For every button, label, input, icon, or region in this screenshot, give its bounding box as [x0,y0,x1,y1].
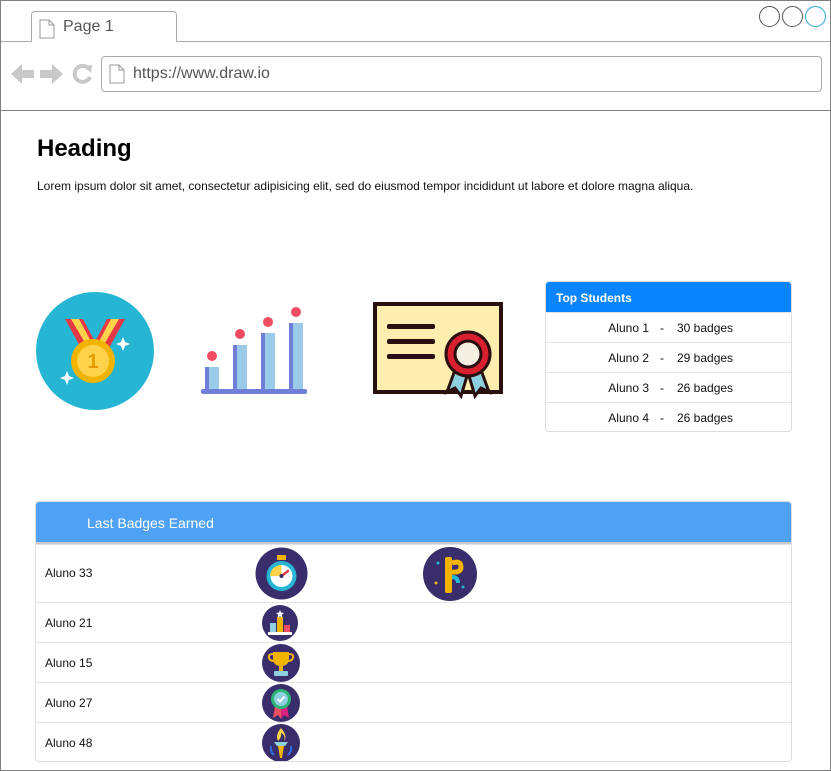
address-bar[interactable]: https://www.draw.io [101,56,822,92]
badge-count: 29 badges [677,350,734,365]
list-item: Aluno 3 - 26 badges [546,372,791,402]
student-name: Aluno 27 [45,696,93,710]
table-row: Aluno 21 [36,602,791,642]
certificate-icon [373,302,503,405]
navigation-buttons [11,63,93,85]
list-item: Aluno 4 - 26 badges [546,402,791,431]
close-button[interactable] [805,6,826,27]
page-description: Lorem ipsum dolor sit amet, consectetur … [37,179,694,193]
table-row: Aluno 15 [36,642,791,682]
podium-badge-icon [262,605,298,646]
separator: - [660,380,664,395]
browser-window: Page 1 https://www.draw.io Heading Lorem… [0,0,831,771]
table-row: Aluno 27 [36,682,791,722]
separator: - [660,320,664,335]
table-row: Aluno 33 [36,544,791,602]
torch-badge-icon [262,724,300,761]
bar-chart-icon [199,305,309,402]
top-students-card: Top Students Aluno 1 - 30 badges Aluno 2… [545,281,792,432]
list-item: Aluno 1 - 30 badges [546,312,791,342]
page-icon [109,64,125,89]
toolbar-divider [1,110,830,111]
student-name: Aluno 4 [608,410,649,425]
student-name: Aluno 48 [45,736,93,750]
tab-page-1[interactable]: Page 1 [31,11,177,42]
minimize-button[interactable] [759,6,780,27]
last-badges-table: Last Badges Earned Aluno 33 Aluno 21 Alu… [35,501,792,762]
badge-count: 30 badges [677,320,734,335]
flag-badge-icon [423,547,477,606]
url-text: https://www.draw.io [133,65,270,82]
medal-icon: 1 [35,291,155,416]
list-item: Aluno 2 - 29 badges [546,342,791,372]
stopwatch-badge-icon [255,547,308,605]
student-name: Aluno 15 [45,656,93,670]
student-name: Aluno 1 [608,320,649,335]
ribbon-badge-icon [262,684,300,727]
svg-text:1: 1 [87,351,98,373]
student-name: Aluno 33 [45,566,93,580]
tab-label: Page 1 [63,18,114,35]
top-students-title: Top Students [546,282,791,312]
forward-arrow-icon[interactable] [39,63,63,85]
refresh-icon[interactable] [71,63,93,85]
separator: - [660,350,664,365]
last-badges-title: Last Badges Earned [36,502,791,544]
trophy-badge-icon [262,644,300,687]
maximize-button[interactable] [782,6,803,27]
page-icon [39,19,55,44]
separator: - [660,410,664,425]
back-arrow-icon[interactable] [11,63,35,85]
window-controls [759,6,826,27]
student-name: Aluno 3 [608,380,649,395]
page-heading: Heading [37,135,132,162]
table-row: Aluno 48 [36,722,791,761]
badge-count: 26 badges [677,410,734,425]
student-name: Aluno 21 [45,616,93,630]
student-name: Aluno 2 [608,350,649,365]
badge-count: 26 badges [677,380,734,395]
